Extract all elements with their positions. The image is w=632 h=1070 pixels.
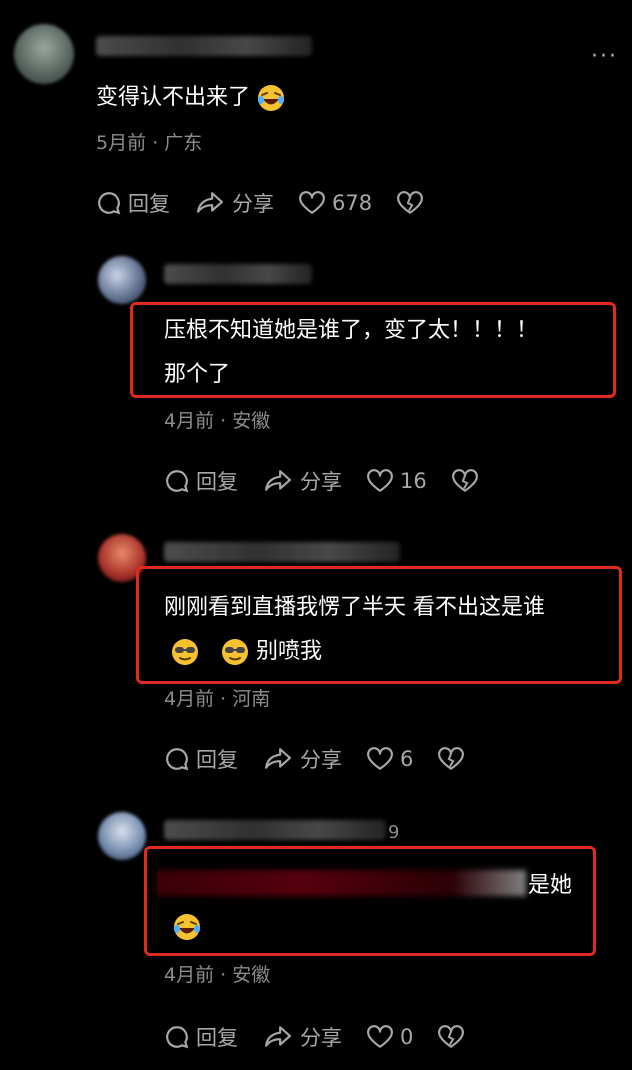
like-count: 16 [400, 469, 427, 493]
timestamp: 4月前 [164, 964, 215, 986]
share-button[interactable]: 分享 [262, 466, 342, 496]
dislike-button[interactable] [451, 468, 485, 494]
more-icon[interactable]: ··· [591, 44, 618, 69]
like-count: 0 [400, 1025, 414, 1049]
heart-icon [298, 190, 326, 216]
comment-meta: 5月前 · 广东 [96, 132, 203, 154]
share-button[interactable]: 分享 [262, 744, 342, 774]
heart-icon [366, 746, 394, 772]
comment-text: 变得认不出来了 [96, 76, 292, 120]
username[interactable] [164, 542, 400, 562]
like-button[interactable]: 678 [298, 190, 372, 216]
location: 广东 [164, 132, 203, 154]
reply-button[interactable]: 回复 [96, 188, 170, 218]
share-arrow-icon [262, 1024, 294, 1050]
reply-bubble-icon [164, 746, 190, 772]
avatar[interactable] [14, 24, 74, 84]
timestamp: 4月前 [164, 410, 215, 432]
broken-heart-icon [437, 746, 465, 772]
timestamp: 4月前 [164, 688, 215, 710]
broken-heart-icon [396, 190, 424, 216]
share-button[interactable]: 分享 [194, 188, 274, 218]
reply-button[interactable]: 回复 [164, 466, 238, 496]
comment-actions: 回复 分享 678 [96, 188, 454, 218]
comment-meta: 4月前 · 安徽 [164, 410, 271, 432]
share-button[interactable]: 分享 [262, 1022, 342, 1052]
heart-icon [366, 1024, 394, 1050]
like-count: 678 [332, 191, 373, 215]
like-button[interactable]: 0 [366, 1024, 413, 1050]
location: 安徽 [232, 410, 271, 432]
username[interactable] [164, 820, 386, 840]
redacted-text [156, 870, 526, 896]
share-arrow-icon [194, 190, 226, 216]
like-button[interactable]: 6 [366, 746, 413, 772]
username[interactable] [164, 264, 312, 284]
reply-bubble-icon [164, 1024, 190, 1050]
comment-text: 是她 [528, 873, 573, 898]
broken-heart-icon [437, 1024, 465, 1050]
reply-button[interactable]: 回复 [164, 1022, 238, 1052]
heart-icon [366, 468, 394, 494]
dislike-button[interactable] [396, 190, 430, 216]
like-count: 6 [400, 747, 414, 771]
comment-actions: 回复 分享 16 [164, 466, 509, 496]
dislike-button[interactable] [437, 746, 471, 772]
location: 安徽 [232, 964, 271, 986]
username-suffix: 9 [388, 822, 400, 843]
share-arrow-icon [262, 468, 294, 494]
location: 河南 [232, 688, 271, 710]
broken-heart-icon [451, 468, 479, 494]
comment-meta: 4月前 · 河南 [164, 688, 271, 710]
timestamp: 5月前 [96, 132, 147, 154]
comment-actions: 回复 分享 6 [164, 744, 495, 774]
laughing-emoji-icon [172, 912, 202, 942]
reply-bubble-icon [96, 190, 122, 216]
comment-meta: 4月前 · 安徽 [164, 964, 271, 986]
avatar[interactable] [98, 812, 146, 860]
comment-text: 压根不知道她是谁了，变了太！！！！ 那个了 [164, 318, 539, 387]
comment-text: 刚刚看到直播我愣了半天 看不出这是谁 别喷我 [164, 586, 545, 674]
avatar[interactable] [98, 256, 146, 304]
cool-emoji-icon [220, 637, 250, 667]
laughing-emoji-icon [256, 83, 286, 113]
comment-actions: 回复 分享 0 [164, 1022, 495, 1052]
dislike-button[interactable] [437, 1024, 471, 1050]
username[interactable] [96, 36, 312, 56]
reply-button[interactable]: 回复 [164, 744, 238, 774]
reply-bubble-icon [164, 468, 190, 494]
share-arrow-icon [262, 746, 294, 772]
cool-emoji-icon [170, 637, 200, 667]
like-button[interactable]: 16 [366, 468, 427, 494]
